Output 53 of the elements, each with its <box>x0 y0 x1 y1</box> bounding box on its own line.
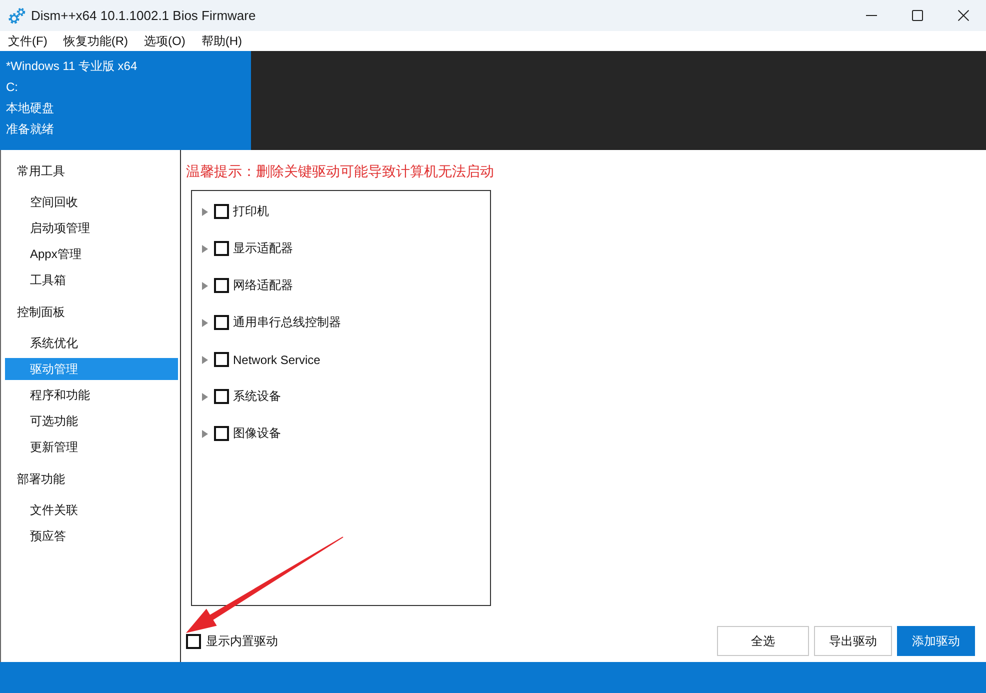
sidebar-item[interactable]: 文件关联 <box>5 499 178 521</box>
tree-item-label[interactable]: 通用串行总线控制器 <box>233 314 341 331</box>
sidebar-item[interactable]: 启动项管理 <box>5 217 178 239</box>
expand-caret-icon[interactable] <box>202 356 208 364</box>
sidebar-item[interactable]: 可选功能 <box>5 410 178 432</box>
sidebar-group-label: 控制面板 <box>16 304 66 321</box>
menu-item[interactable]: 恢复功能(R) <box>61 32 130 50</box>
expand-caret-icon[interactable] <box>202 208 208 216</box>
close-icon <box>958 10 968 21</box>
image-info-text: 本地硬盘 <box>6 100 55 117</box>
menu-item[interactable]: 文件(F) <box>6 32 50 50</box>
window-title: Dism++x64 10.1.1002.1 Bios Firmware <box>31 8 256 23</box>
tree-checkbox[interactable] <box>214 204 229 219</box>
expand-caret-icon[interactable] <box>202 244 208 252</box>
tree-item-label[interactable]: 图像设备 <box>233 425 281 442</box>
tree-item-label[interactable]: Network Service <box>233 352 320 366</box>
tree-item-label[interactable]: 系统设备 <box>233 388 281 405</box>
expand-caret-icon[interactable] <box>202 392 208 400</box>
expand-caret-icon[interactable] <box>202 318 208 326</box>
menu-item[interactable]: 选项(O) <box>142 32 188 50</box>
tree-checkbox[interactable] <box>214 389 229 404</box>
tree-item-label[interactable]: 网络适配器 <box>233 277 293 294</box>
sidebar-item[interactable]: 更新管理 <box>5 436 178 458</box>
image-info-text: *Windows 11 专业版 x64 <box>6 58 138 75</box>
tree-checkbox[interactable] <box>214 241 229 256</box>
show-builtin-checkbox[interactable] <box>186 634 201 648</box>
sidebar-item[interactable]: 系统优化 <box>5 332 178 354</box>
tree-checkbox[interactable] <box>214 278 229 293</box>
warning-text: 温馨提示：删除关键驱动可能导致计算机无法启动 <box>186 162 495 181</box>
expand-caret-icon[interactable] <box>202 282 208 290</box>
menu-item[interactable]: 帮助(H) <box>199 32 244 50</box>
sidebar-group-label: 常用工具 <box>16 163 66 180</box>
sidebar-item[interactable]: 预应答 <box>5 525 178 547</box>
export-driver-button[interactable]: 导出驱动 <box>814 626 892 656</box>
tree-checkbox[interactable] <box>214 426 229 441</box>
minimize-icon <box>866 15 876 16</box>
image-info-text: 准备就绪 <box>6 121 55 138</box>
tree-item-label[interactable]: 显示适配器 <box>233 240 293 257</box>
expand-caret-icon[interactable] <box>202 430 208 438</box>
tree-checkbox[interactable] <box>214 352 229 367</box>
sidebar-item[interactable]: 空间回收 <box>5 191 178 213</box>
select-all-button[interactable]: 全选 <box>717 626 809 656</box>
add-driver-button[interactable]: 添加驱动 <box>897 626 975 656</box>
tree-item-label[interactable]: 打印机 <box>233 203 269 220</box>
sidebar-item[interactable]: 程序和功能 <box>5 384 178 406</box>
tree-checkbox[interactable] <box>214 315 229 330</box>
checkbox-label: 显示内置驱动 <box>206 632 278 650</box>
gears-icon <box>8 6 26 24</box>
sidebar-item[interactable]: Appx管理 <box>5 243 178 265</box>
sidebar-group-label: 部署功能 <box>16 471 66 488</box>
sidebar-item[interactable]: 工具箱 <box>5 269 178 291</box>
image-info-text: C: <box>6 79 19 96</box>
maximize-icon <box>912 10 922 21</box>
